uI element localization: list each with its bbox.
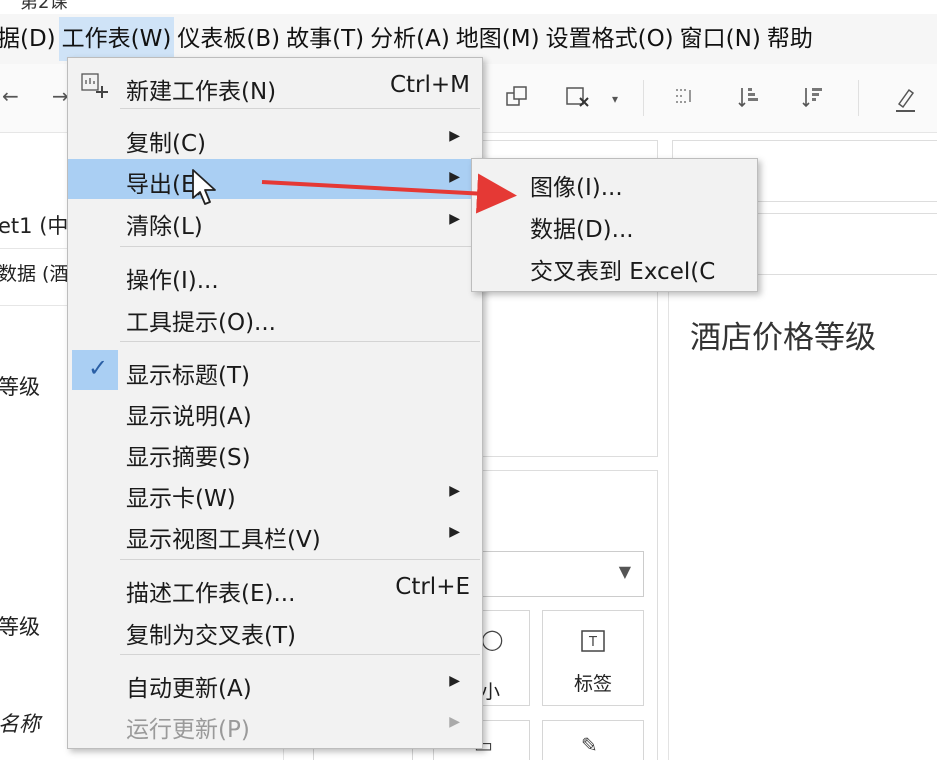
menu-separator	[120, 108, 480, 109]
size-label: 小	[481, 681, 501, 703]
checkmark-icon: ✓	[88, 354, 109, 382]
menu-worksheet[interactable]: 工作表(W)	[58, 17, 175, 61]
clear-dropdown-icon[interactable]: ▾	[612, 92, 618, 106]
mouse-cursor-icon	[190, 168, 218, 208]
sort-ascending-icon[interactable]	[736, 84, 762, 115]
path-button[interactable]: ✎	[542, 720, 644, 760]
toolbar-separator	[643, 80, 644, 116]
clear-sheet-icon[interactable]	[565, 84, 595, 115]
menu-item-show-cards[interactable]: 显示卡(W) ▶	[68, 473, 482, 513]
svg-text:T: T	[588, 635, 597, 650]
undo-icon[interactable]: ←	[2, 84, 19, 108]
menu-item-label: 复制(C)	[126, 131, 207, 157]
export-submenu: 图像(I)... 数据(D)... 交叉表到 Excel(C	[471, 158, 758, 292]
submenu-arrow-icon: ▶	[449, 673, 460, 689]
highlight-icon[interactable]	[893, 84, 919, 119]
menu-item-label: 清除(L)	[126, 214, 203, 240]
menu-item-label: 显示卡(W)	[126, 486, 236, 512]
menu-analysis[interactable]: 分析(A)	[367, 17, 453, 61]
app-window: 第2课 据(D) 工作表(W) 仪表板(B) 故事(T) 分析(A) 地图(M)…	[0, 0, 937, 760]
menu-item-describe-sheet[interactable]: 描述工作表(E)... Ctrl+E	[68, 568, 482, 608]
group-icon[interactable]	[672, 84, 698, 115]
window-title: 第2课	[20, 0, 68, 13]
mark-type-select[interactable]: ▼	[480, 551, 644, 597]
menu-item-shortcut: Ctrl+E	[395, 574, 470, 600]
menu-help[interactable]: 帮助	[764, 17, 816, 61]
menu-item-label: 自动更新(A)	[126, 676, 252, 702]
menu-dashboard[interactable]: 仪表板(B)	[174, 17, 283, 61]
size-icon: ◯	[481, 627, 504, 651]
menu-item-auto-update[interactable]: 自动更新(A) ▶	[68, 663, 482, 703]
menu-item-show-summary[interactable]: 显示摘要(S)	[68, 432, 482, 472]
menu-item-label: 复制为交叉表(T)	[126, 623, 296, 649]
menu-item-export-image[interactable]: 图像(I)...	[530, 168, 623, 202]
field-pill[interactable]: 名称	[0, 708, 40, 738]
menu-item-copy-crosstab[interactable]: 复制为交叉表(T)	[68, 610, 482, 650]
submenu-arrow-icon: ▶	[449, 483, 460, 499]
menu-item-new-worksheet[interactable]: 新建工作表(N) Ctrl+M	[68, 66, 482, 106]
menu-item-tooltip[interactable]: 工具提示(O)...	[68, 297, 482, 337]
menu-format[interactable]: 设置格式(O)	[543, 17, 677, 61]
menu-item-actions[interactable]: 操作(I)...	[68, 255, 482, 295]
menu-item-export[interactable]: 导出(E) ▶	[68, 159, 482, 199]
menu-item-show-view-toolbar[interactable]: 显示视图工具栏(V) ▶	[68, 514, 482, 554]
view-divider	[668, 284, 669, 760]
menu-item-clear[interactable]: 清除(L) ▶	[68, 201, 482, 241]
chevron-down-icon: ▼	[618, 562, 631, 581]
menu-separator	[120, 654, 480, 655]
menu-item-export-crosstab-excel[interactable]: 交叉表到 Excel(C	[530, 252, 715, 286]
menu-window[interactable]: 窗口(N)	[677, 17, 764, 61]
menu-item-shortcut: Ctrl+M	[389, 72, 470, 98]
toolbar-separator	[858, 80, 859, 116]
sheet-tab-label[interactable]: et1 (中	[0, 210, 68, 240]
menu-item-label: 工具提示(O)...	[126, 310, 276, 336]
pen-icon: ✎	[581, 733, 598, 757]
menu-item-label: 描述工作表(E)...	[126, 581, 296, 607]
text-label-icon: T	[543, 629, 643, 658]
menu-item-label: 显示说明(A)	[126, 404, 252, 430]
menu-item-label: 操作(I)...	[126, 268, 219, 294]
duplicate-sheet-icon[interactable]	[504, 84, 530, 115]
menu-item-copy[interactable]: 复制(C) ▶	[68, 118, 482, 158]
field-pill[interactable]: 等级	[0, 611, 40, 641]
datasource-label[interactable]: 数据 (酒	[0, 259, 68, 286]
label-button-label: 标签	[573, 673, 612, 695]
submenu-arrow-icon: ▶	[449, 211, 460, 227]
menu-separator	[120, 246, 480, 247]
menu-item-label: 显示视图工具栏(V)	[126, 527, 321, 553]
check-highlight: ✓	[72, 350, 118, 390]
menu-separator	[120, 559, 480, 560]
worksheet-menu: 新建工作表(N) Ctrl+M 复制(C) ▶ 导出(E) ▶ 清除(L) ▶ …	[67, 57, 483, 749]
field-pill[interactable]: 等级	[0, 371, 40, 401]
submenu-arrow-icon: ▶	[449, 128, 460, 144]
label-button[interactable]: T 标签	[542, 610, 644, 706]
menu-item-label: 显示标题(T)	[126, 363, 250, 389]
menu-item-label: 新建工作表(N)	[126, 79, 277, 105]
menu-item-label: 运行更新(P)	[126, 717, 250, 743]
menu-separator	[120, 341, 480, 342]
menu-story[interactable]: 故事(T)	[283, 17, 367, 61]
menu-item-show-caption[interactable]: 显示说明(A)	[68, 391, 482, 431]
submenu-arrow-icon: ▶	[449, 524, 460, 540]
menu-item-export-data[interactable]: 数据(D)...	[530, 210, 634, 244]
menu-item-show-title[interactable]: ✓ 显示标题(T)	[68, 350, 482, 390]
menu-data[interactable]: 据(D)	[0, 17, 59, 61]
new-worksheet-icon	[80, 72, 110, 100]
submenu-arrow-icon: ▶	[449, 169, 460, 185]
submenu-arrow-icon: ▶	[449, 714, 460, 730]
title-bar: 第2课	[0, 0, 937, 14]
menu-map[interactable]: 地图(M)	[453, 17, 543, 61]
menu-item-run-update: 运行更新(P) ▶	[68, 704, 482, 744]
sheet-title: 酒店价格等级	[690, 320, 876, 356]
sort-descending-icon[interactable]	[800, 84, 826, 115]
menu-item-label: 显示摘要(S)	[126, 445, 251, 471]
